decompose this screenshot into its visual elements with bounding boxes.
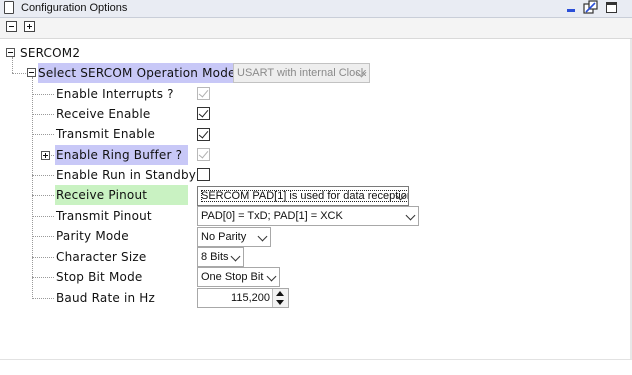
window-titlebar: Configuration Options [0, 0, 632, 18]
maximize-icon[interactable] [604, 0, 620, 16]
enable-interrupts-checkbox[interactable] [197, 87, 210, 100]
tree-connector [12, 73, 28, 74]
operation-mode-select[interactable]: USART with internal Clock [233, 63, 370, 83]
baud-rate-spinner[interactable]: 115,200 [197, 288, 289, 308]
transmit-pinout-label: Transmit Pinout [56, 209, 152, 223]
character-size-label: Character Size [56, 250, 147, 264]
tree-connector [32, 298, 54, 299]
tree-connector [32, 195, 54, 196]
transmit-pinout-select[interactable]: PAD[0] = TxD; PAD[1] = XCK [197, 206, 419, 226]
parity-mode-select[interactable]: No Parity [197, 227, 271, 247]
expand-ring-buffer-icon[interactable] [41, 151, 50, 160]
character-size-value: 8 Bits [201, 251, 229, 263]
restore-icon[interactable] [583, 0, 599, 16]
stop-bit-mode-label: Stop Bit Mode [56, 270, 143, 284]
tree-connector [32, 134, 54, 135]
stop-bit-mode-value: One Stop Bit [201, 271, 264, 283]
tree-connector [32, 94, 54, 95]
expand-all-icon[interactable] [24, 21, 35, 32]
parity-mode-value: No Parity [201, 231, 247, 243]
baud-rate-label: Baud Rate in Hz [56, 291, 156, 305]
operation-mode-label[interactable]: Select SERCOM Operation Mode [38, 63, 239, 83]
transmit-enable-label: Transmit Enable [56, 127, 156, 141]
receive-pinout-select[interactable]: SERCOM PAD[1] is used for data reception [197, 186, 409, 206]
window-title: Configuration Options [21, 2, 128, 14]
increment-arrow-icon[interactable] [276, 291, 284, 296]
receive-pinout-label: Receive Pinout [55, 185, 188, 205]
tree-connector [32, 236, 54, 237]
toolbar [0, 18, 632, 39]
stop-bit-mode-select[interactable]: One Stop Bit [197, 267, 280, 287]
enable-interrupts-label: Enable Interrupts ? [56, 87, 174, 101]
transmit-pinout-value: PAD[0] = TxD; PAD[1] = XCK [201, 210, 343, 222]
character-size-select[interactable]: 8 Bits [197, 247, 244, 267]
tree-connector [32, 114, 54, 115]
decrement-arrow-icon[interactable] [276, 300, 284, 305]
run-in-standby-checkbox[interactable] [197, 168, 210, 181]
receive-pinout-value: SERCOM PAD[1] is used for data reception [201, 190, 408, 202]
tree-connector [32, 77, 33, 299]
configuration-tree: SERCOM2 Select SERCOM Operation Mode USA… [0, 39, 632, 360]
chevron-down-icon [266, 271, 277, 282]
receive-enable-label: Receive Enable [56, 107, 151, 121]
ring-buffer-label: Enable Ring Buffer ? [55, 145, 188, 165]
chevron-down-icon [257, 231, 268, 242]
receive-enable-checkbox[interactable] [197, 107, 210, 120]
run-in-standby-label: Enable Run in Standby [56, 168, 197, 182]
chevron-down-icon [230, 251, 241, 262]
baud-rate-value: 115,200 [231, 292, 270, 304]
tree-connector [32, 257, 54, 258]
minimize-icon[interactable] [565, 0, 577, 16]
spinner-buttons [272, 289, 288, 307]
parity-mode-label: Parity Mode [56, 229, 129, 243]
collapse-sercom2-icon[interactable] [6, 48, 15, 57]
collapse-mode-icon[interactable] [27, 68, 36, 77]
collapse-all-icon[interactable] [6, 21, 17, 32]
tree-connector [12, 57, 13, 73]
tree-root-label[interactable]: SERCOM2 [20, 43, 80, 63]
tree-connector [32, 277, 54, 278]
document-icon [4, 1, 14, 14]
tree-connector [32, 216, 54, 217]
chevron-down-icon [405, 210, 416, 221]
operation-mode-value: USART with internal Clock [237, 67, 367, 79]
ring-buffer-checkbox[interactable] [197, 148, 210, 161]
tree-connector [32, 175, 54, 176]
transmit-enable-checkbox[interactable] [197, 128, 210, 141]
